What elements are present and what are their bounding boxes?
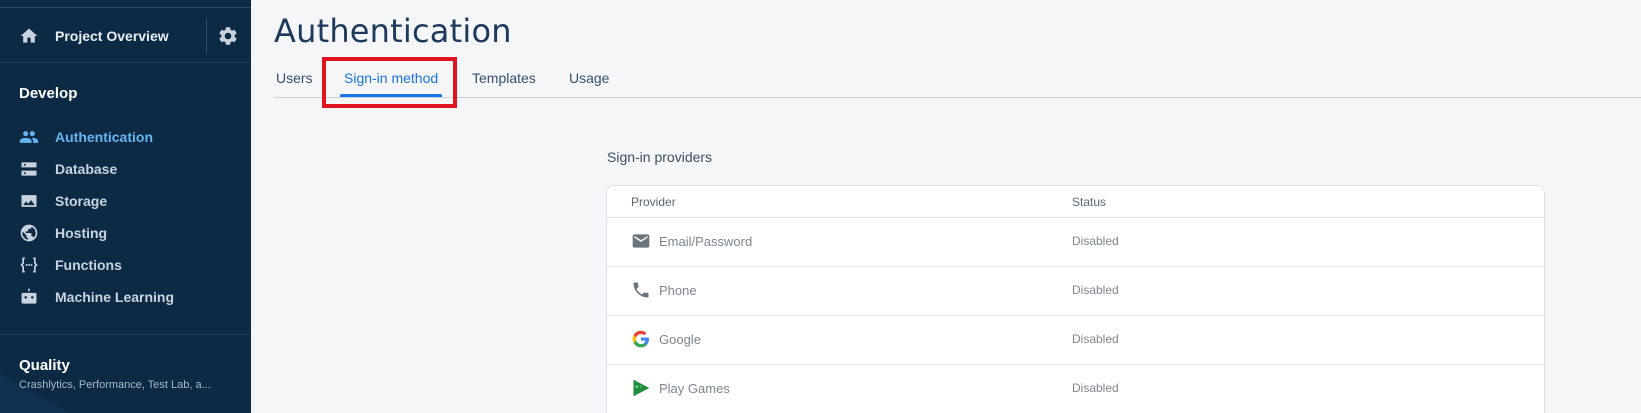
provider-name: Phone bbox=[659, 283, 697, 298]
database-icon bbox=[21, 162, 37, 176]
provider-column-header: Provider bbox=[631, 195, 676, 209]
status-column-header: Status bbox=[1072, 195, 1107, 209]
sidebar-item-hosting[interactable]: Hosting bbox=[0, 218, 251, 248]
providers-table: Provider Status Email/Password Disabled … bbox=[606, 185, 1545, 413]
sidebar-divider bbox=[0, 62, 251, 63]
project-overview-label: Project Overview bbox=[55, 28, 169, 44]
table-row[interactable]: Google Disabled bbox=[607, 316, 1544, 365]
sidebar-item-authentication[interactable]: Authentication bbox=[0, 122, 251, 152]
gear-icon[interactable] bbox=[217, 25, 239, 47]
provider-status: Disabled bbox=[1072, 283, 1119, 297]
provider-name: Email/Password bbox=[659, 234, 753, 249]
home-icon bbox=[20, 28, 38, 43]
table-row[interactable]: Play Games Disabled bbox=[607, 365, 1544, 413]
sidebar-item-label: Hosting bbox=[55, 225, 108, 241]
sidebar-divider bbox=[0, 334, 251, 335]
project-divider bbox=[206, 18, 207, 54]
play-games-icon bbox=[633, 379, 650, 397]
sidebar-item-label: Database bbox=[55, 161, 118, 177]
tab-usage[interactable]: Usage bbox=[569, 70, 609, 86]
project-overview-row[interactable]: Project Overview bbox=[0, 8, 251, 62]
sign-in-providers-title: Sign-in providers bbox=[607, 149, 713, 165]
provider-status: Disabled bbox=[1072, 234, 1119, 248]
table-row[interactable]: Phone Disabled bbox=[607, 267, 1544, 316]
provider-name: Google bbox=[659, 332, 701, 347]
tab-templates[interactable]: Templates bbox=[472, 70, 536, 86]
provider-name: Play Games bbox=[659, 381, 730, 396]
functions-icon bbox=[20, 257, 38, 273]
robot-icon bbox=[21, 288, 37, 304]
people-icon bbox=[19, 131, 39, 143]
table-row[interactable]: Email/Password Disabled bbox=[607, 218, 1544, 267]
page-title: Authentication bbox=[274, 12, 512, 50]
tabs-divider bbox=[274, 97, 1641, 98]
sidebar-item-label: Machine Learning bbox=[55, 289, 175, 305]
quality-section-title[interactable]: Quality bbox=[19, 357, 70, 374]
highlight-annotation-box bbox=[322, 57, 457, 108]
sidebar: Project Overview Develop Authentication … bbox=[0, 0, 251, 413]
quality-section-subtitle: Crashlytics, Performance, Test Lab, a... bbox=[19, 379, 211, 391]
globe-icon bbox=[20, 224, 38, 242]
sidebar-item-label: Storage bbox=[55, 193, 108, 209]
table-header: Provider Status bbox=[607, 186, 1544, 218]
sidebar-item-label: Authentication bbox=[55, 129, 153, 145]
image-icon bbox=[21, 195, 37, 207]
tab-users[interactable]: Users bbox=[276, 70, 313, 86]
sidebar-item-database[interactable]: Database bbox=[0, 154, 251, 184]
provider-status: Disabled bbox=[1072, 332, 1119, 346]
google-icon bbox=[632, 330, 649, 348]
phone-icon bbox=[633, 282, 649, 298]
provider-status: Disabled bbox=[1072, 381, 1119, 395]
sidebar-item-storage[interactable]: Storage bbox=[0, 186, 251, 216]
sidebar-item-machine-learning[interactable]: Machine Learning bbox=[0, 282, 251, 312]
develop-section-title: Develop bbox=[19, 85, 78, 102]
sidebar-item-functions[interactable]: Functions bbox=[0, 250, 251, 280]
email-icon bbox=[632, 234, 650, 248]
sidebar-item-label: Functions bbox=[55, 257, 122, 273]
